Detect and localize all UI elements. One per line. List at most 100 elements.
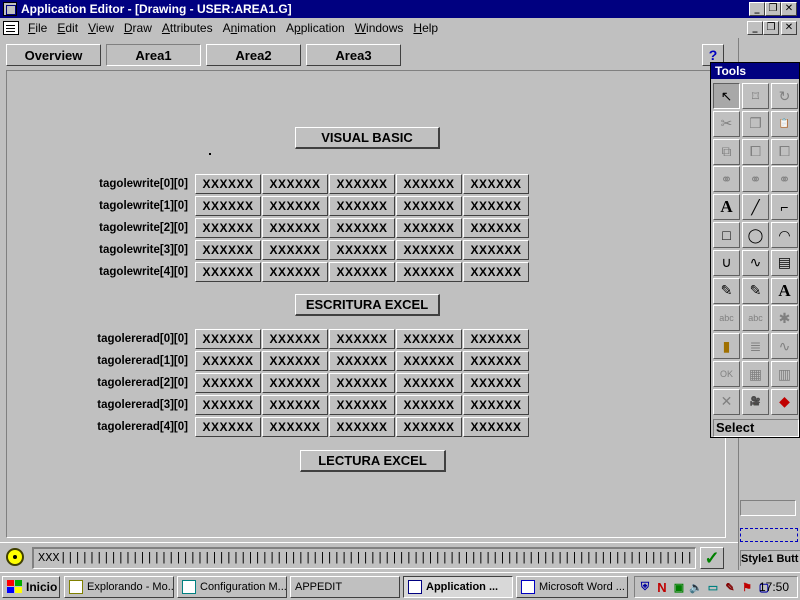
group-icon[interactable]: ⧉ <box>713 138 740 165</box>
curve-icon[interactable]: ∪ <box>713 249 740 276</box>
write-value-field[interactable]: XXXXXX <box>262 240 328 260</box>
read-value-field[interactable]: XXXXXX <box>463 395 529 415</box>
read-value-field[interactable]: XXXXXX <box>396 373 462 393</box>
write-value-field[interactable]: XXXXXX <box>396 262 462 282</box>
write-value-field[interactable]: XXXXXX <box>463 218 529 238</box>
title-bar[interactable]: Application Editor - [Drawing - USER:ARE… <box>0 0 800 18</box>
read-value-field[interactable]: XXXXXX <box>262 373 328 393</box>
tab-area2[interactable]: Area2 <box>206 44 301 66</box>
unlink-icon[interactable]: ⚭ <box>771 166 798 193</box>
ellipse-icon[interactable]: ◯ <box>742 222 769 248</box>
escritura-excel-button[interactable]: ESCRITURA EXCEL <box>295 294 440 316</box>
document-icon[interactable] <box>3 21 19 35</box>
read-value-field[interactable]: XXXXXX <box>262 329 328 349</box>
task-button-1[interactable]: Configuration M... <box>177 576 287 598</box>
bring-front-icon[interactable]: ⧠ <box>742 138 769 165</box>
doc-restore-button[interactable]: ❐ <box>763 21 779 35</box>
doc-minimize-button[interactable]: _ <box>747 21 763 35</box>
write-value-field[interactable]: XXXXXX <box>262 218 328 238</box>
link-color-icon[interactable]: ⚭ <box>742 166 769 193</box>
copy-icon[interactable]: ❐ <box>742 110 769 137</box>
read-value-field[interactable]: XXXXXX <box>329 373 395 393</box>
read-value-field[interactable]: XXXXXX <box>463 417 529 437</box>
command-mode-icon[interactable] <box>6 548 24 566</box>
rotate-icon[interactable]: ↻ <box>771 83 798 109</box>
read-value-field[interactable]: XXXXXX <box>463 373 529 393</box>
reshape-icon[interactable]: ⌑ <box>742 83 769 109</box>
write-value-field[interactable]: XXXXXX <box>329 218 395 238</box>
lectura-excel-button[interactable]: LECTURA EXCEL <box>300 450 446 472</box>
read-value-field[interactable]: XXXXXX <box>396 417 462 437</box>
write-value-field[interactable]: XXXXXX <box>396 218 462 238</box>
cut-icon[interactable]: ✂ <box>713 110 740 137</box>
write-value-field[interactable]: XXXXXX <box>329 174 395 194</box>
tools-title[interactable]: Tools <box>711 63 799 79</box>
line-color-icon[interactable]: ✎ <box>713 277 740 304</box>
wave-icon[interactable]: ∿ <box>742 249 769 276</box>
read-value-field[interactable]: XXXXXX <box>195 351 261 371</box>
read-value-field[interactable]: XXXXXX <box>195 373 261 393</box>
doc-close-button[interactable]: ✕ <box>781 21 797 35</box>
write-value-field[interactable]: XXXXXX <box>195 218 261 238</box>
bitmap-icon[interactable]: ▤ <box>771 249 798 276</box>
chart-icon[interactable]: ▥ <box>771 361 798 387</box>
read-value-field[interactable]: XXXXXX <box>329 329 395 349</box>
write-value-field[interactable]: XXXXXX <box>195 174 261 194</box>
symbol-icon[interactable]: ✕ <box>713 388 740 415</box>
rectangle-icon[interactable]: □ <box>713 222 740 248</box>
visual-basic-button[interactable]: VISUAL BASIC <box>295 127 440 149</box>
list-icon[interactable]: ≣ <box>742 333 769 360</box>
read-value-field[interactable]: XXXXXX <box>195 395 261 415</box>
selection-outline[interactable] <box>740 528 798 542</box>
write-value-field[interactable]: XXXXXX <box>195 240 261 260</box>
line-icon[interactable]: ╱ <box>742 194 769 221</box>
button-object-icon[interactable]: OK <box>713 361 740 387</box>
write-value-field[interactable]: XXXXXX <box>195 196 261 216</box>
eraser-icon[interactable]: ◆ <box>771 388 798 415</box>
fill-color-icon[interactable]: ✎ <box>742 277 769 304</box>
write-value-field[interactable]: XXXXXX <box>329 262 395 282</box>
menu-application[interactable]: Application <box>281 21 350 35</box>
menu-windows[interactable]: Windows <box>350 21 409 35</box>
confirm-button[interactable]: ✓ <box>700 547 724 569</box>
arc-icon[interactable]: ◠ <box>771 222 798 248</box>
read-value-field[interactable]: XXXXXX <box>195 329 261 349</box>
write-value-field[interactable]: XXXXXX <box>463 174 529 194</box>
drawing-canvas[interactable]: VISUAL BASIC tagolewrite[0][0] XXXXXX XXXX… <box>6 70 726 538</box>
text-field-icon[interactable]: abc <box>742 305 769 332</box>
style1-button[interactable]: Style1 Butt <box>740 550 800 566</box>
menu-view[interactable]: View <box>83 21 119 35</box>
network-icon[interactable]: ▣ <box>672 580 686 594</box>
write-value-field[interactable]: XXXXXX <box>396 196 462 216</box>
tools-tray-icon[interactable]: ✎ <box>723 580 737 594</box>
read-value-field[interactable]: XXXXXX <box>463 329 529 349</box>
task-button-2[interactable]: APPEDIT <box>290 576 400 598</box>
select-arrow-icon[interactable]: ↖ <box>713 83 740 109</box>
read-value-field[interactable]: XXXXXX <box>195 417 261 437</box>
write-value-field[interactable]: XXXXXX <box>463 262 529 282</box>
task-button-0[interactable]: Explorando - Mo... <box>64 576 174 598</box>
read-value-field[interactable]: XXXXXX <box>329 351 395 371</box>
start-button[interactable]: Inicio <box>2 576 60 598</box>
close-button[interactable]: ✕ <box>781 2 797 16</box>
restore-button[interactable]: ❐ <box>765 2 781 16</box>
norton-icon[interactable]: N <box>655 580 669 595</box>
text-icon[interactable]: A <box>713 194 740 221</box>
tab-area3[interactable]: Area3 <box>306 44 401 66</box>
menu-help[interactable]: Help <box>408 21 443 35</box>
menu-draw[interactable]: Draw <box>119 21 157 35</box>
write-value-field[interactable]: XXXXXX <box>262 262 328 282</box>
tab-overview[interactable]: Overview <box>6 44 101 66</box>
bar-graph-icon[interactable]: ▮ <box>713 333 740 360</box>
minimize-button[interactable]: _ <box>749 2 765 16</box>
monitor-icon[interactable]: ▭ <box>706 580 720 594</box>
trend-icon[interactable]: ∿ <box>771 333 798 360</box>
write-value-field[interactable]: XXXXXX <box>329 240 395 260</box>
alarm-icon[interactable]: ✱ <box>771 305 798 332</box>
write-value-field[interactable]: XXXXXX <box>329 196 395 216</box>
read-value-field[interactable]: XXXXXX <box>396 395 462 415</box>
app-editor-icon[interactable] <box>3 2 17 16</box>
menu-animation[interactable]: Animation <box>218 21 281 35</box>
shield-icon[interactable]: ⛨ <box>638 580 652 594</box>
link-icon[interactable]: ⚭ <box>713 166 740 193</box>
